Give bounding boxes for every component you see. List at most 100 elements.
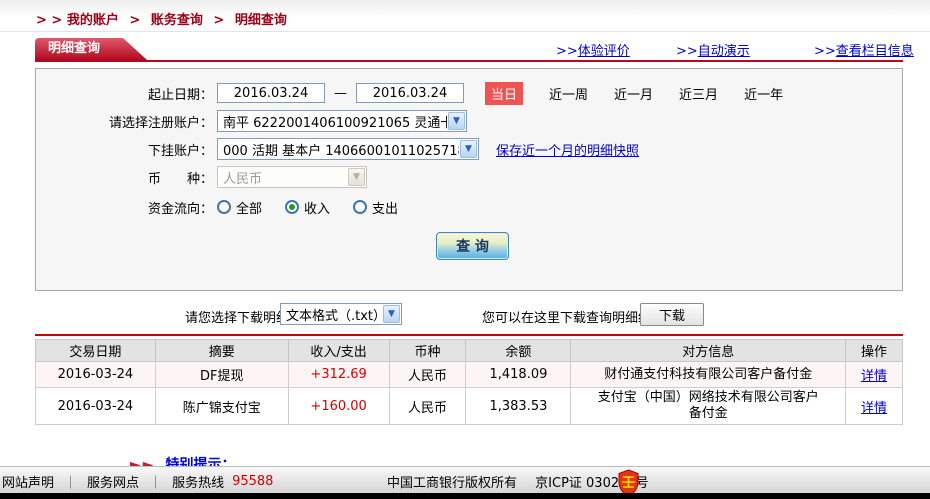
footer-links: 网站声明 ｜ 服务网点 ｜ 服务热线 95588 bbox=[2, 472, 273, 491]
link-arrows: >> bbox=[814, 44, 836, 59]
breadcrumb-separator: > bbox=[129, 13, 141, 28]
range-last-month[interactable]: 近一月 bbox=[614, 84, 653, 103]
footer-hotline-label: 服务热线 bbox=[172, 476, 225, 491]
cell-date: 2016-03-24 bbox=[35, 361, 156, 388]
download-hint: 您可以在这里下载查询明细结果 bbox=[482, 311, 665, 326]
flow-option-label: 收入 bbox=[304, 201, 331, 217]
footer-divider: ｜ bbox=[64, 476, 78, 491]
chevron-down-icon[interactable]: ▼ bbox=[448, 112, 465, 130]
link-text: 自动演示 bbox=[697, 44, 750, 59]
radio-checked-icon[interactable] bbox=[285, 200, 300, 214]
header-currency: 币种 bbox=[388, 339, 467, 362]
header-balance: 余额 bbox=[465, 339, 572, 362]
breadcrumb-account-query[interactable]: 账务查询 bbox=[151, 13, 203, 28]
link-view-column-info[interactable]: >>查看栏目信息 bbox=[814, 40, 914, 59]
range-today-button[interactable]: 当日 bbox=[485, 81, 524, 105]
breadcrumb-detail-query[interactable]: 明细查询 bbox=[235, 13, 287, 28]
date-to-input[interactable] bbox=[356, 83, 464, 103]
detail-link[interactable]: 详情 bbox=[861, 369, 887, 384]
date-range-row: 起止日期： — 当日 近一周 近一月 近三月 近一年 bbox=[36, 81, 902, 105]
flow-option-income[interactable]: 收入 bbox=[285, 198, 330, 217]
date-dash: — bbox=[334, 85, 347, 101]
sub-account-select[interactable]: 000 活期 基本户 1406600101102571848 ▼ bbox=[217, 138, 479, 160]
fund-flow-row: 资金流向： 全部 收入 支出 bbox=[36, 196, 902, 218]
query-button[interactable]: 查 询 bbox=[436, 232, 509, 260]
chevron-down-icon[interactable]: ▼ bbox=[460, 140, 477, 158]
flow-option-all[interactable]: 全部 bbox=[217, 198, 262, 217]
detail-link[interactable]: 详情 bbox=[861, 401, 887, 416]
query-form-panel: 起止日期： — 当日 近一周 近一月 近三月 近一年 请选择注册账户： 南平 6… bbox=[35, 68, 903, 291]
icbc-detail-query-page: > > 我的账户 > 账务查询 > 明细查询 明细查询 >>体验评价 >>自动演… bbox=[0, 0, 930, 499]
download-button[interactable]: 下载 bbox=[640, 303, 704, 326]
cell-summary: 陈广锦支付宝 bbox=[154, 387, 289, 425]
link-text: 体验评价 bbox=[577, 44, 630, 59]
link-arrows: >> bbox=[556, 44, 578, 59]
cell-summary: DF提现 bbox=[154, 361, 289, 388]
section-tab-detail-query: 明细查询 bbox=[35, 38, 147, 60]
flow-option-label: 支出 bbox=[372, 201, 399, 217]
bottom-black-bar bbox=[0, 493, 930, 499]
selected-account-value: 南平 6222001406100921065 灵通卡 bbox=[223, 115, 447, 131]
table-header-row: 交易日期 摘要 收入/支出 币种 余额 对方信息 操作 bbox=[35, 339, 903, 362]
footer-hotline-number: 95588 bbox=[232, 474, 274, 489]
link-text: 查看栏目信息 bbox=[835, 44, 914, 59]
link-auto-demo[interactable]: >>自动演示 bbox=[676, 40, 750, 59]
sub-account-row: 下挂账户： 000 活期 基本户 1406600101102571848 ▼ 保… bbox=[36, 138, 902, 160]
breadcrumb: > > 我的账户 > 账务查询 > 明细查询 bbox=[36, 9, 287, 28]
link-experience-rating[interactable]: >>体验评价 bbox=[556, 40, 630, 59]
date-from-input[interactable] bbox=[217, 83, 325, 103]
header-action: 操作 bbox=[845, 339, 903, 362]
footer: 网站声明 ｜ 服务网点 ｜ 服务热线 95588 中国工商银行版权所有 京ICP… bbox=[0, 466, 930, 493]
cell-counterparty: 支付宝（中国）网络技术有限公司客户备付金 bbox=[570, 387, 847, 425]
header-summary: 摘要 bbox=[154, 339, 289, 362]
range-last-year[interactable]: 近一年 bbox=[744, 84, 783, 103]
footer-divider: ｜ bbox=[149, 476, 163, 491]
transaction-table: 交易日期 摘要 收入/支出 币种 余额 对方信息 操作 2016-03-24 D… bbox=[35, 339, 903, 425]
range-last-week[interactable]: 近一周 bbox=[549, 84, 588, 103]
link-arrows: >> bbox=[676, 44, 698, 59]
chevron-down-icon[interactable]: ▼ bbox=[383, 305, 400, 323]
cell-balance: 1,383.53 bbox=[465, 387, 572, 425]
breadcrumb-my-account[interactable]: 我的账户 bbox=[67, 13, 119, 28]
currency-row: 币 种： 人民币 ▼ bbox=[36, 166, 902, 188]
header-date: 交易日期 bbox=[35, 339, 156, 362]
header-counterparty: 对方信息 bbox=[570, 339, 847, 362]
cell-date: 2016-03-24 bbox=[35, 387, 156, 425]
table-row: 2016-03-24 陈广锦支付宝 +160.00 人民币 1,383.53 支… bbox=[35, 387, 903, 425]
save-snapshot-link[interactable]: 保存近一个月的明细快照 bbox=[496, 140, 639, 159]
range-last-3-months[interactable]: 近三月 bbox=[679, 84, 718, 103]
currency-label: 币 种： bbox=[147, 171, 213, 187]
header-amount: 收入/支出 bbox=[287, 339, 390, 362]
tab-underline bbox=[35, 60, 903, 62]
cell-amount: +312.69 bbox=[287, 361, 390, 388]
flow-option-expense[interactable]: 支出 bbox=[353, 198, 398, 217]
table-top-red-line bbox=[35, 334, 903, 336]
footer-copyright: 中国工商银行版权所有 京ICP证 030247号 bbox=[387, 472, 649, 491]
cell-counterparty: 财付通支付科技有限公司客户备付金 bbox=[570, 361, 847, 388]
registered-account-row: 请选择注册账户： 南平 6222001406100921065 灵通卡 ▼ bbox=[36, 110, 902, 132]
radio-icon[interactable] bbox=[353, 200, 368, 214]
fund-flow-label: 资金流向： bbox=[147, 201, 213, 217]
cell-currency: 人民币 bbox=[388, 387, 467, 425]
cell-balance: 1,418.09 bbox=[465, 361, 572, 388]
sub-account-label: 下挂账户： bbox=[147, 143, 213, 159]
breadcrumb-separator: > bbox=[213, 13, 225, 28]
footer-link-site-statement[interactable]: 网站声明 bbox=[2, 472, 54, 491]
cell-amount: +160.00 bbox=[287, 387, 390, 425]
copyright-text: 中国工商银行版权所有 bbox=[387, 476, 518, 491]
table-row: 2016-03-24 DF提现 +312.69 人民币 1,418.09 财付通… bbox=[35, 361, 903, 388]
radio-icon[interactable] bbox=[217, 200, 231, 214]
selected-sub-account-value: 000 活期 基本户 1406600101102571848 bbox=[223, 143, 459, 159]
registered-account-select[interactable]: 南平 6222001406100921065 灵通卡 ▼ bbox=[217, 110, 467, 132]
cell-currency: 人民币 bbox=[388, 361, 467, 388]
flow-option-label: 全部 bbox=[236, 201, 263, 217]
breadcrumb-prefix: > > bbox=[36, 13, 63, 28]
currency-select-disabled: 人民币 ▼ bbox=[217, 166, 367, 188]
download-format-select[interactable]: 文本格式（.txt） ▼ bbox=[280, 303, 402, 325]
footer-link-service-branches[interactable]: 服务网点 bbox=[87, 472, 139, 491]
chevron-down-icon: ▼ bbox=[348, 168, 365, 186]
currency-value: 人民币 bbox=[223, 171, 263, 187]
date-range-label: 起止日期： bbox=[147, 87, 213, 103]
registered-account-label: 请选择注册账户： bbox=[108, 115, 213, 131]
download-format-value: 文本格式（.txt） bbox=[286, 308, 382, 324]
